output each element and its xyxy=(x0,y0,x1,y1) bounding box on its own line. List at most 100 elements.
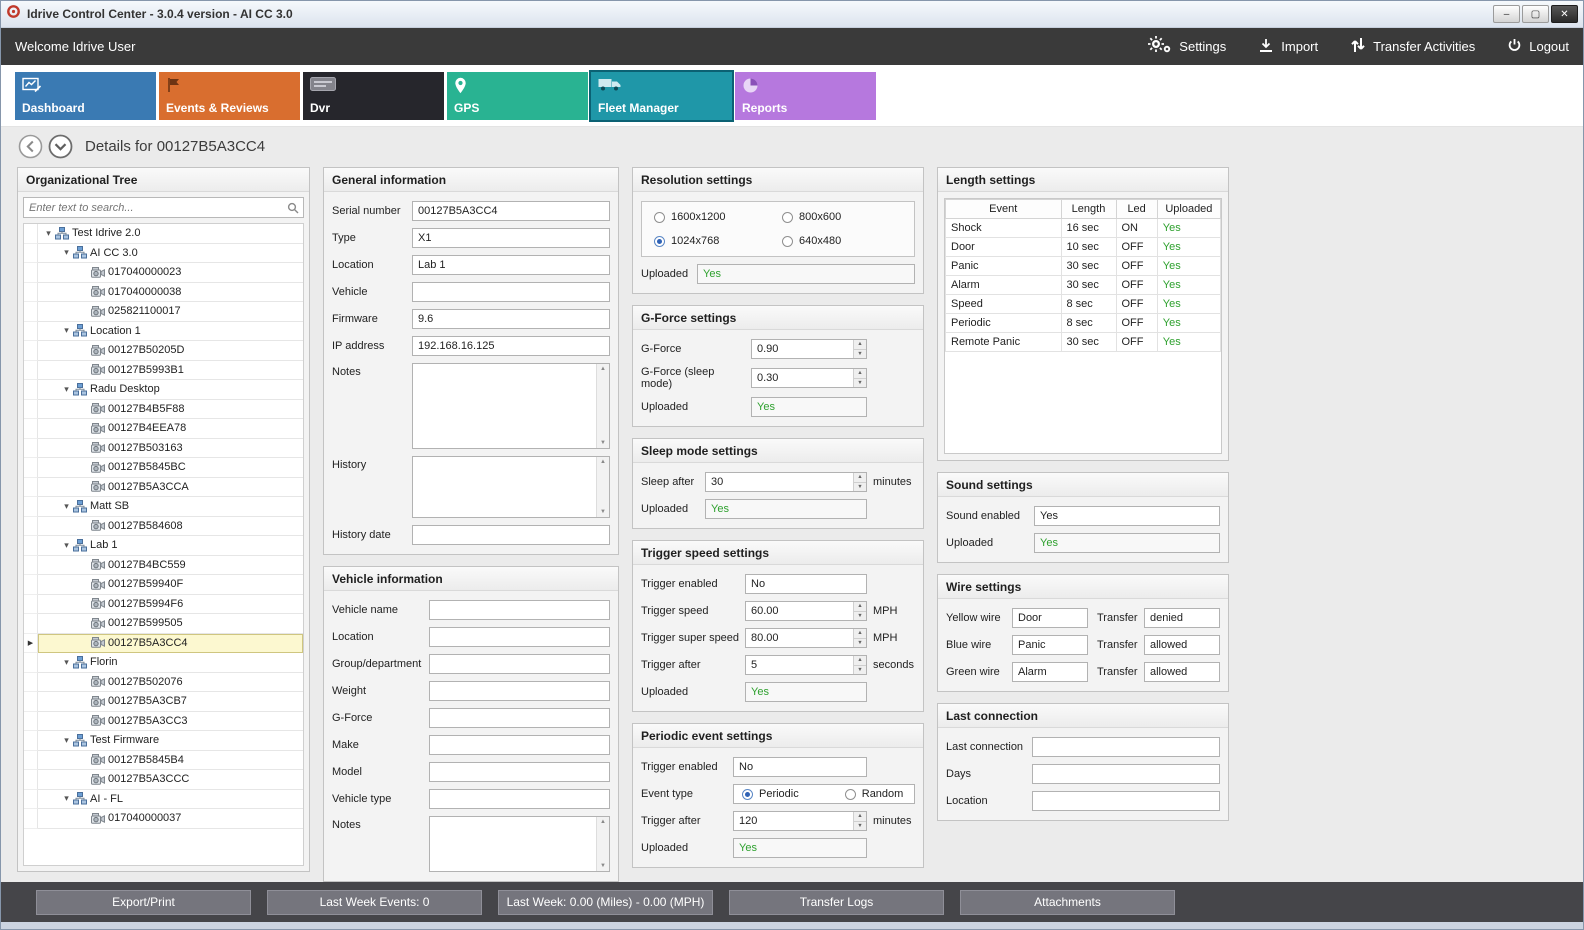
settings-button[interactable]: Settings xyxy=(1148,36,1226,57)
scrollbar[interactable]: ▲▼ xyxy=(596,817,609,871)
transfer-field[interactable]: allowed xyxy=(1144,662,1220,682)
column-header[interactable]: Length xyxy=(1061,200,1116,219)
search-input[interactable] xyxy=(23,197,304,218)
text-field[interactable] xyxy=(429,789,610,809)
text-field[interactable]: No xyxy=(745,574,867,594)
tree-item[interactable]: 00127B4BC559 xyxy=(24,556,303,576)
tree-item[interactable]: 017040000038 xyxy=(24,283,303,303)
text-field[interactable]: 9.6 xyxy=(412,309,610,329)
tree-item[interactable]: ▾AI CC 3.0 xyxy=(24,244,303,264)
spin-down-icon[interactable]: ▼ xyxy=(854,482,866,492)
minimize-button[interactable]: – xyxy=(1493,5,1520,23)
radio-option-1024x768[interactable]: 1024x768 xyxy=(654,235,774,247)
text-field[interactable] xyxy=(1032,764,1220,784)
tree-item[interactable]: 00127B5993B1 xyxy=(24,361,303,381)
table-row[interactable]: Alarm30 secOFFYes xyxy=(946,276,1221,295)
tab-dvr[interactable]: Dvr xyxy=(303,72,444,120)
maximize-button[interactable]: ▢ xyxy=(1522,5,1549,23)
spin-down-icon[interactable]: ▼ xyxy=(854,821,866,831)
text-field[interactable] xyxy=(429,735,610,755)
import-button[interactable]: Import xyxy=(1258,38,1318,56)
wire-event-field[interactable]: Door xyxy=(1012,608,1088,628)
tree-item[interactable]: 00127B4B5F88 xyxy=(24,400,303,420)
text-field[interactable]: No xyxy=(733,757,867,777)
text-field[interactable]: 120▲▼ xyxy=(733,811,867,831)
spin-down-icon[interactable]: ▼ xyxy=(854,611,866,621)
tree-item[interactable]: 00127B5A3CB7 xyxy=(24,692,303,712)
text-field[interactable] xyxy=(429,762,610,782)
table-row[interactable]: Panic30 secOFFYes xyxy=(946,257,1221,276)
text-field[interactable]: Yes xyxy=(1034,506,1220,526)
tree-item[interactable]: 00127B584608 xyxy=(24,517,303,537)
expand-arrow-icon[interactable]: ▾ xyxy=(60,325,73,336)
scroll-down-button[interactable] xyxy=(48,134,73,159)
table-row[interactable]: Door10 secOFFYes xyxy=(946,238,1221,257)
tree-item[interactable]: ▾Lab 1 xyxy=(24,536,303,556)
last-week-events-button[interactable]: Last Week Events: 0 xyxy=(267,890,482,915)
tree-item[interactable]: 00127B5845BC xyxy=(24,458,303,478)
logout-button[interactable]: Logout xyxy=(1507,38,1569,56)
export-print-button[interactable]: Export/Print xyxy=(36,890,251,915)
spin-up-icon[interactable]: ▲ xyxy=(854,629,866,638)
expand-arrow-icon[interactable]: ▾ xyxy=(60,793,73,804)
radio-option-800x600[interactable]: 800x600 xyxy=(782,211,902,223)
expand-arrow-icon[interactable]: ▾ xyxy=(60,540,73,551)
spin-down-icon[interactable]: ▼ xyxy=(854,378,866,388)
tab-dashboard[interactable]: Dashboard xyxy=(15,72,156,120)
spin-down-icon[interactable]: ▼ xyxy=(854,349,866,359)
text-field[interactable]: 60.00▲▼ xyxy=(745,601,867,621)
back-button[interactable] xyxy=(18,134,43,159)
text-field[interactable]: X1 xyxy=(412,228,610,248)
scroll-up-icon[interactable]: ▲ xyxy=(600,819,606,825)
scroll-up-icon[interactable]: ▲ xyxy=(600,459,606,465)
tab-fleet-manager[interactable]: Fleet Manager xyxy=(591,72,732,120)
scrollbar[interactable]: ▲▼ xyxy=(596,457,609,517)
close-button[interactable]: ✕ xyxy=(1551,5,1578,23)
column-header[interactable]: Led xyxy=(1116,200,1157,219)
tree-item[interactable]: 017040000037 xyxy=(24,809,303,829)
tree-item[interactable]: 00127B4EEA78 xyxy=(24,419,303,439)
column-header[interactable]: Uploaded xyxy=(1157,200,1220,219)
text-field[interactable] xyxy=(429,654,610,674)
tree-item[interactable]: 025821100017 xyxy=(24,302,303,322)
tree-item[interactable]: 00127B59940F xyxy=(24,575,303,595)
last-week-stats-button[interactable]: Last Week: 0.00 (Miles) - 0.00 (MPH) xyxy=(498,890,713,915)
text-field[interactable] xyxy=(429,681,610,701)
text-field[interactable] xyxy=(1032,737,1220,757)
tree-item[interactable]: ▾Radu Desktop xyxy=(24,380,303,400)
spinner[interactable]: ▲▼ xyxy=(853,340,866,358)
text-field[interactable]: 0.30▲▼ xyxy=(751,368,867,388)
tree-item[interactable]: 00127B502076 xyxy=(24,673,303,693)
spin-up-icon[interactable]: ▲ xyxy=(854,473,866,482)
transfer-field[interactable]: allowed xyxy=(1144,635,1220,655)
radio-option-periodic[interactable]: Periodic xyxy=(742,788,799,800)
tree-item[interactable]: ▾Test Idrive 2.0 xyxy=(24,224,303,244)
scroll-down-icon[interactable]: ▼ xyxy=(600,440,606,446)
text-field[interactable]: 0.90▲▼ xyxy=(751,339,867,359)
scroll-down-icon[interactable]: ▼ xyxy=(600,863,606,869)
textarea-field[interactable]: ▲▼ xyxy=(412,456,610,518)
tree-item[interactable]: 00127B5A3CC3 xyxy=(24,712,303,732)
text-field[interactable] xyxy=(412,282,610,302)
tree-item[interactable]: 00127B5A3CCC xyxy=(24,770,303,790)
tab-reports[interactable]: Reports xyxy=(735,72,876,120)
text-field[interactable] xyxy=(1032,791,1220,811)
radio-option-random[interactable]: Random xyxy=(845,788,904,800)
text-field[interactable]: 5▲▼ xyxy=(745,655,867,675)
table-row[interactable]: Periodic8 secOFFYes xyxy=(946,314,1221,333)
column-header[interactable]: Event xyxy=(946,200,1062,219)
spinner[interactable]: ▲▼ xyxy=(853,369,866,387)
expand-arrow-icon[interactable]: ▾ xyxy=(60,735,73,746)
text-field[interactable] xyxy=(429,600,610,620)
tree-item[interactable]: 00127B50205D xyxy=(24,341,303,361)
textarea-field[interactable]: ▲▼ xyxy=(429,816,610,872)
transfer-logs-button[interactable]: Transfer Logs xyxy=(729,890,944,915)
scrollbar[interactable]: ▲▼ xyxy=(596,364,609,448)
spin-up-icon[interactable]: ▲ xyxy=(854,602,866,611)
radio-option-1600x1200[interactable]: 1600x1200 xyxy=(654,211,774,223)
expand-arrow-icon[interactable]: ▾ xyxy=(42,228,55,239)
table-row[interactable]: Speed8 secOFFYes xyxy=(946,295,1221,314)
transfer-field[interactable]: denied xyxy=(1144,608,1220,628)
text-field[interactable]: 30▲▼ xyxy=(705,472,867,492)
text-field[interactable] xyxy=(429,708,610,728)
